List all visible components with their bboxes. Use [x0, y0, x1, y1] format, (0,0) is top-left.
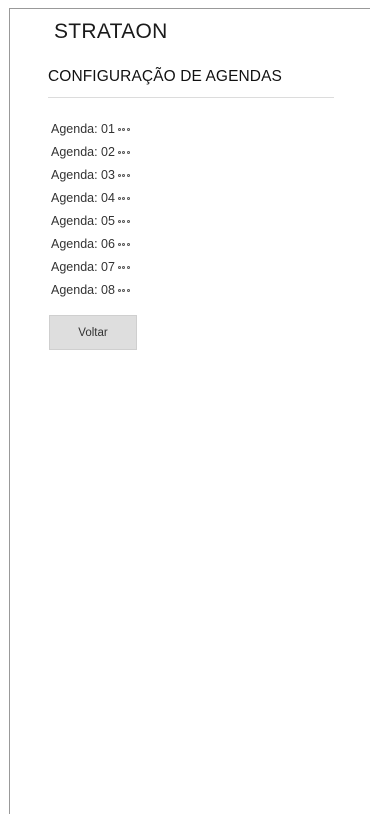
more-dots-icon[interactable] [117, 197, 130, 200]
agenda-label: Agenda: 03 [51, 168, 115, 182]
agenda-item-05[interactable]: Agenda: 05 [51, 210, 130, 233]
agenda-label: Agenda: 02 [51, 145, 115, 159]
agenda-label: Agenda: 01 [51, 122, 115, 136]
brand-logo-text: STRATAON [54, 20, 168, 43]
agenda-label: Agenda: 04 [51, 191, 115, 205]
frame-top-border [9, 8, 370, 9]
agenda-item-02[interactable]: Agenda: 02 [51, 141, 130, 164]
agenda-item-08[interactable]: Agenda: 08 [51, 279, 130, 302]
more-dots-icon[interactable] [117, 266, 130, 269]
agenda-item-03[interactable]: Agenda: 03 [51, 164, 130, 187]
agenda-label: Agenda: 06 [51, 237, 115, 251]
more-dots-icon[interactable] [117, 220, 130, 223]
more-dots-icon[interactable] [117, 243, 130, 246]
more-dots-icon[interactable] [117, 151, 130, 154]
more-dots-icon[interactable] [117, 128, 130, 131]
agenda-item-06[interactable]: Agenda: 06 [51, 233, 130, 256]
more-dots-icon[interactable] [117, 289, 130, 292]
agenda-item-01[interactable]: Agenda: 01 [51, 118, 130, 141]
back-button[interactable]: Voltar [49, 315, 137, 350]
title-divider [48, 97, 334, 98]
agenda-item-07[interactable]: Agenda: 07 [51, 256, 130, 279]
agenda-label: Agenda: 05 [51, 214, 115, 228]
agenda-label: Agenda: 07 [51, 260, 115, 274]
agenda-item-04[interactable]: Agenda: 04 [51, 187, 130, 210]
agenda-label: Agenda: 08 [51, 283, 115, 297]
page-title: CONFIGURAÇÃO DE AGENDAS [48, 68, 282, 85]
frame-left-border [9, 8, 10, 814]
app-frame: STRATAON CONFIGURAÇÃO DE AGENDAS Agenda:… [0, 0, 370, 814]
agenda-list: Agenda: 01 Agenda: 02 Agenda: 03 Agenda:… [51, 118, 130, 302]
more-dots-icon[interactable] [117, 174, 130, 177]
